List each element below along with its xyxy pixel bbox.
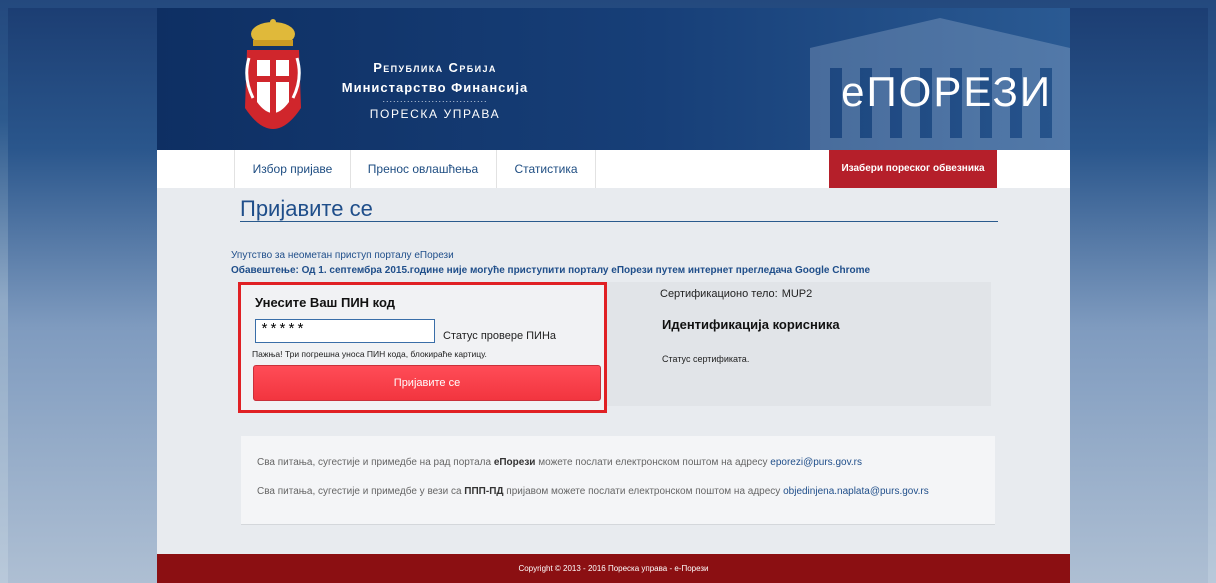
cert-body-label: Сертификационо тело: [660, 288, 778, 300]
naplata-email-link[interactable]: objedinjena.naplata@purs.gov.rs [783, 486, 929, 497]
certification-body: Сертификационо тело: MUP2 [660, 288, 812, 300]
pin-entry-box: Унесите Ваш ПИН код ***** Статус провере… [238, 282, 607, 413]
title-underline [240, 221, 998, 222]
cert-body-value: MUP2 [781, 288, 813, 300]
eporezi-email-link[interactable]: eporezi@purs.gov.rs [770, 457, 862, 468]
chrome-notice: Обавештење: Од 1. септембра 2015.године … [231, 265, 871, 276]
contact-line-ppppd: Сва питања, сугестије и примедбе у вези … [257, 486, 929, 497]
contact-info: Сва питања, сугестије и примедбе на рад … [241, 436, 995, 525]
pin-status-label: Статус провере ПИНа [443, 330, 557, 342]
page-title: Пријавите се [240, 196, 373, 221]
contact-line-eporezi: Сва питања, сугестије и примедбе на рад … [257, 457, 862, 468]
guide-link[interactable]: Упутство за неометан приступ порталу еПо… [231, 250, 454, 261]
nav-item-select-return[interactable]: Избор пријаве [234, 150, 351, 188]
login-button[interactable]: Пријавите се [253, 365, 601, 401]
coat-of-arms-icon [245, 19, 301, 129]
nav-item-transfer-authorization[interactable]: Пренос овлашћења [350, 150, 497, 188]
pin-warning: Пажња! Три погрешна уноса ПИН кода, блок… [252, 349, 487, 359]
site-header: Република Србија Министарство Финансија … [157, 8, 1070, 150]
org-ministry: Министарство Финансија [341, 80, 529, 95]
pin-input[interactable]: ***** [255, 319, 435, 343]
user-identification-title: Идентификација корисника [662, 317, 840, 332]
main-nav: Избор пријаве Пренос овлашћења Статистик… [157, 150, 1070, 188]
pin-title: Унесите Ваш ПИН код [255, 295, 396, 310]
nav-item-statistics[interactable]: Статистика [497, 150, 596, 188]
org-republic: Република Србија [373, 60, 497, 75]
org-divider: .............................. [382, 94, 488, 104]
organization-name: Република Србија Министарство Финансија … [315, 60, 555, 121]
eporezi-logo[interactable]: еПОРЕЗИ [841, 68, 1052, 116]
page-container: Република Србија Министарство Финансија … [157, 8, 1070, 583]
select-taxpayer-button[interactable]: Изабери пореског обвезника [829, 150, 997, 188]
site-footer: Copyright © 2013 - 2016 Пореска управа -… [157, 554, 1070, 583]
org-tax-admin: ПОРЕСКА УПРАВА [369, 107, 501, 121]
certificate-status: Статус сертификата. [662, 354, 750, 364]
